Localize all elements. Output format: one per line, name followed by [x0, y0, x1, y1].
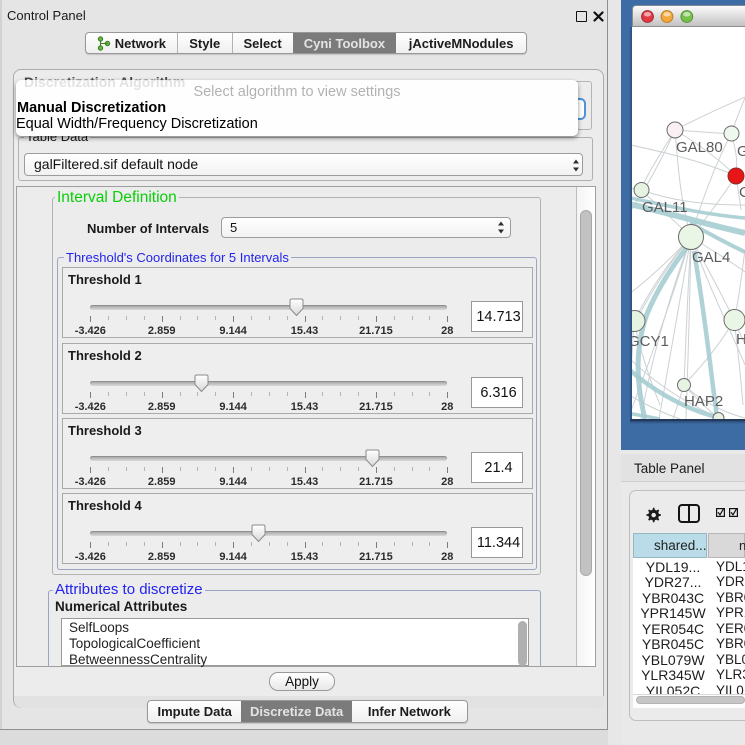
svg-text:GAL4: GAL4: [692, 249, 730, 266]
svg-text:GAL80: GAL80: [676, 139, 723, 156]
svg-text:GCY1: GCY1: [632, 333, 669, 350]
svg-text:HAP2: HAP2: [684, 393, 723, 410]
svg-text:C: C: [739, 184, 745, 201]
svg-text:H: H: [736, 331, 745, 348]
svg-text:G.: G.: [737, 143, 745, 160]
svg-text:GAL11: GAL11: [642, 199, 688, 216]
